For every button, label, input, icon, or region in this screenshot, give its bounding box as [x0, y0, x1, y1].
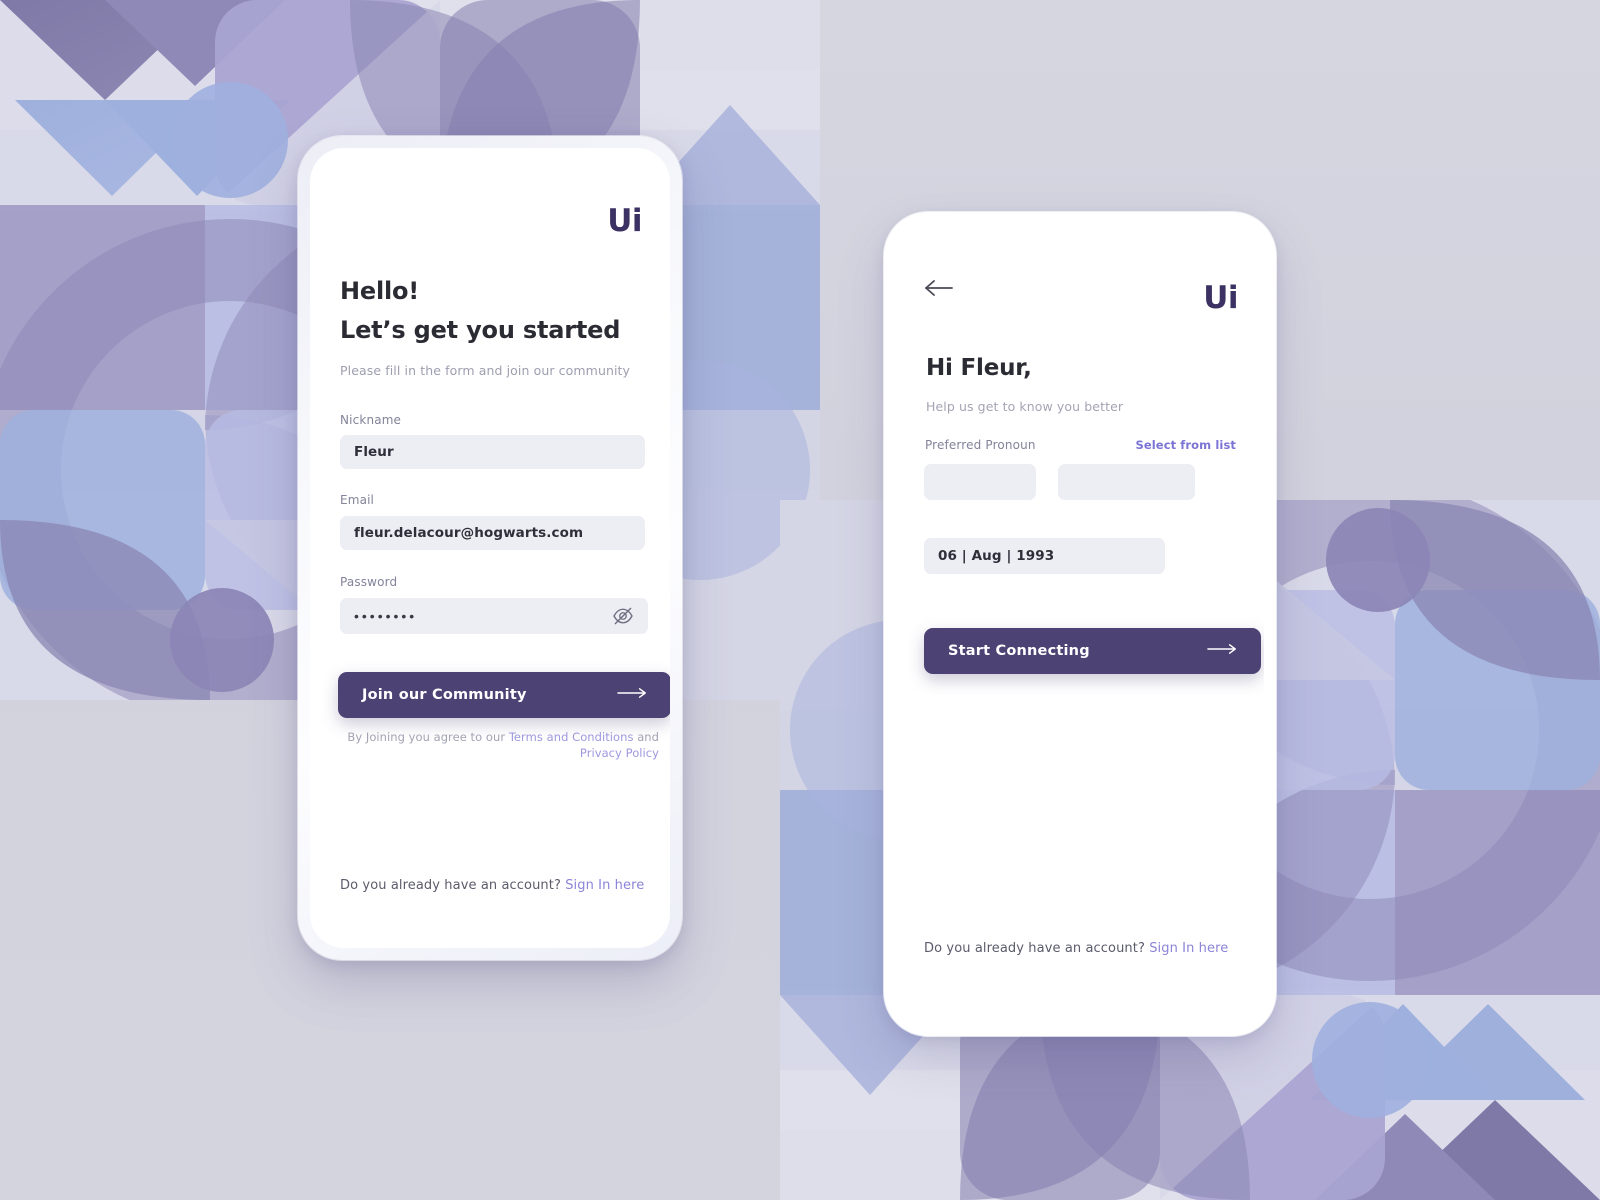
nickname-input[interactable]: Fleur — [340, 435, 645, 469]
phone-signup-screen: Ui Hello! Let’s get you started Please f… — [298, 136, 682, 960]
birthdate-input[interactable]: 06 | Aug | 1993 — [924, 538, 1165, 574]
privacy-policy-link[interactable]: Privacy Policy — [580, 746, 659, 760]
join-community-button[interactable]: Join our Community — [338, 672, 670, 718]
terms-and-conditions-link[interactable]: Terms and Conditions — [509, 730, 634, 744]
signup-subheading: Let’s get you started — [340, 316, 621, 344]
ui-logo: Ui — [1203, 280, 1238, 316]
signup-footer: Do you already have an account? Sign In … — [340, 878, 644, 893]
arrow-right-icon — [1207, 642, 1239, 660]
nickname-label: Nickname — [340, 413, 402, 427]
ui-logo: Ui — [607, 203, 642, 239]
signup-note: Please fill in the form and join our com… — [340, 363, 631, 378]
profile-footer-text: Do you already have an account? — [924, 941, 1150, 956]
terms-middle: and — [633, 730, 659, 744]
signup-screen-content: Ui Hello! Let’s get you started Please f… — [310, 148, 670, 948]
phone-profile-screen: Ui Hi Fleur, Help us get to know you bet… — [884, 212, 1276, 1036]
nickname-input-value: Fleur — [354, 444, 394, 460]
screenshot-stage: Ui Hello! Let’s get you started Please f… — [0, 0, 1600, 1200]
start-connecting-button[interactable]: Start Connecting — [924, 628, 1261, 674]
signup-heading: Hello! — [340, 277, 420, 305]
sign-in-link[interactable]: Sign In here — [565, 878, 644, 893]
birthdate-input-value: 06 | Aug | 1993 — [938, 548, 1055, 564]
pronoun-input-two[interactable] — [1058, 464, 1195, 500]
password-input[interactable]: •••••••• — [340, 598, 648, 634]
profile-heading: Hi Fleur, — [926, 355, 1032, 381]
password-label: Password — [340, 575, 398, 589]
email-label: Email — [340, 493, 375, 507]
email-input[interactable]: fleur.delacour@hogwarts.com — [340, 516, 645, 550]
select-from-list-link[interactable]: Select from list — [1135, 438, 1236, 452]
eye-off-icon[interactable] — [612, 607, 634, 625]
profile-note: Help us get to know you better — [926, 399, 1124, 414]
terms-prefix: By Joining you agree to our — [347, 730, 509, 744]
profile-screen-content: Ui Hi Fleur, Help us get to know you bet… — [896, 224, 1264, 1024]
arrow-left-icon[interactable] — [922, 276, 956, 304]
sign-in-link[interactable]: Sign In here — [1149, 941, 1228, 956]
arrow-right-icon — [617, 686, 649, 704]
password-input-value: •••••••• — [354, 608, 418, 624]
profile-footer: Do you already have an account? Sign In … — [924, 941, 1228, 956]
email-input-value: fleur.delacour@hogwarts.com — [354, 525, 584, 541]
join-community-label: Join our Community — [362, 687, 527, 703]
terms-text: By Joining you agree to our Terms and Co… — [344, 730, 659, 761]
start-connecting-label: Start Connecting — [948, 643, 1090, 659]
pronoun-input-one[interactable] — [924, 464, 1036, 500]
signup-footer-text: Do you already have an account? — [340, 878, 566, 893]
preferred-pronoun-label: Preferred Pronoun — [925, 438, 1036, 452]
